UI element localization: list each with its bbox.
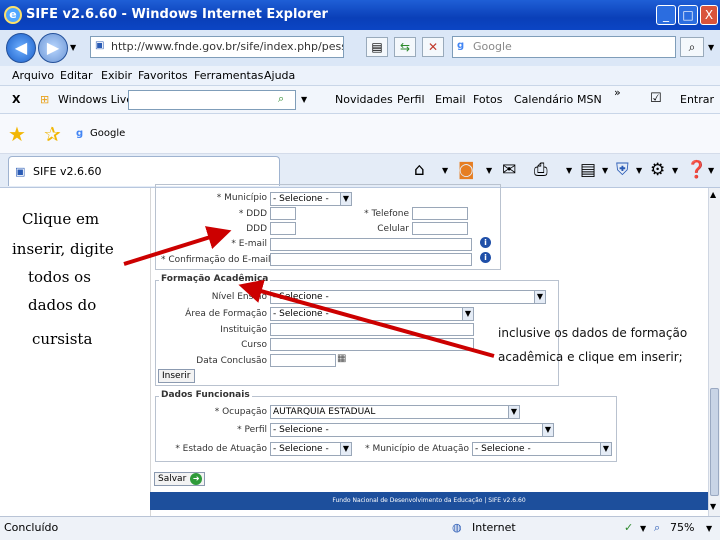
zoom-icon[interactable]: ⌕ xyxy=(654,521,660,535)
zoom-level[interactable]: 75% xyxy=(670,521,694,534)
arrow-to-contact-fields xyxy=(123,226,232,266)
zoom-dropdown-icon[interactable]: ▼ xyxy=(706,524,712,533)
globe-icon: ◍ xyxy=(452,521,462,534)
annotation-arrows xyxy=(123,226,495,358)
protected-dropdown-icon[interactable]: ▼ xyxy=(640,524,646,533)
zone-text: Internet xyxy=(472,521,516,534)
status-text: Concluído xyxy=(4,521,59,534)
status-bar: Concluído ◍ Internet ✓ ▼ ⌕ 75% ▼ xyxy=(0,516,720,540)
protected-mode-icon[interactable]: ✓ xyxy=(624,521,633,534)
arrow-to-formacao xyxy=(238,279,495,358)
